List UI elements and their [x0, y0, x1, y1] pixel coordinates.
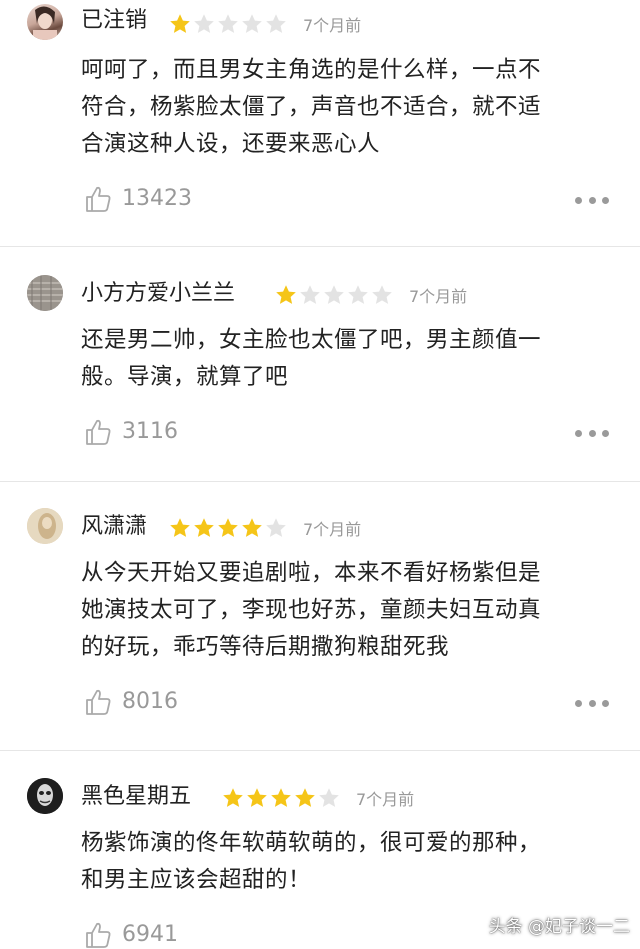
divider [0, 750, 640, 751]
star-filled-icon [170, 14, 190, 33]
star-filled-icon [170, 518, 190, 537]
comment-line: 杨紫饰演的佟年软萌软萌的，很可爱的那种， [81, 830, 542, 856]
avatar[interactable] [27, 275, 63, 311]
timestamp: 7个月前 [303, 16, 362, 35]
divider [0, 246, 640, 247]
star-empty-icon [266, 14, 286, 33]
timestamp: 7个月前 [303, 520, 362, 539]
star-filled-icon [295, 788, 315, 807]
comment-line: 呵呵了，而且男女主角选的是什么样，一点不 [81, 57, 542, 83]
comment-text: 呵呵了，而且男女主角选的是什么样，一点不 符合，杨紫脸太僵了，声音也不适合，就不… [81, 52, 629, 163]
rating-stars [221, 786, 341, 810]
username[interactable]: 已注销 [81, 7, 147, 35]
comment-line: 还是男二帅，女主脸也太僵了吧，男主颜值一 [81, 327, 542, 353]
comment-text: 从今天开始又要追剧啦，本来不看好杨紫但是 她演技太可了，李现也好苏，童颜夫妇互动… [81, 555, 629, 666]
comment-line: 的好玩，乖巧等待后期撒狗粮甜死我 [81, 634, 450, 660]
thumbs-up-icon[interactable] [84, 688, 112, 716]
comment-line: 符合，杨紫脸太僵了，声音也不适合，就不适 [81, 94, 542, 120]
star-filled-icon [247, 788, 267, 807]
more-options-icon[interactable] [575, 698, 609, 708]
divider [0, 481, 640, 482]
like-count: 3116 [122, 419, 178, 444]
comment-line: 她演技太可了，李现也好苏，童颜夫妇互动真 [81, 597, 542, 623]
like-count: 13423 [122, 186, 192, 211]
star-filled-icon [271, 788, 291, 807]
like-count: 8016 [122, 689, 178, 714]
star-empty-icon [324, 285, 344, 304]
like-count: 6941 [122, 922, 178, 947]
star-filled-icon [194, 518, 214, 537]
username[interactable]: 黑色星期五 [81, 783, 191, 811]
thumbs-up-icon[interactable] [84, 418, 112, 446]
star-empty-icon [194, 14, 214, 33]
timestamp: 7个月前 [409, 287, 468, 306]
avatar[interactable] [27, 4, 63, 40]
star-empty-icon [218, 14, 238, 33]
username[interactable]: 小方方爱小兰兰 [81, 280, 235, 308]
comment-text: 还是男二帅，女主脸也太僵了吧，男主颜值一 般。导演，就算了吧 [81, 322, 629, 396]
star-empty-icon [348, 285, 368, 304]
star-filled-icon [223, 788, 243, 807]
star-empty-icon [242, 14, 262, 33]
star-empty-icon [372, 285, 392, 304]
watermark: 头条 @妃子谈一二 [488, 917, 630, 937]
comment-line: 般。导演，就算了吧 [81, 364, 289, 390]
comment-line: 从今天开始又要追剧啦，本来不看好杨紫但是 [81, 560, 542, 586]
comment-line: 合演这种人设，还要来恶心人 [81, 131, 381, 157]
username[interactable]: 风潇潇 [81, 513, 147, 541]
more-options-icon[interactable] [575, 428, 609, 438]
star-empty-icon [300, 285, 320, 304]
avatar[interactable] [27, 508, 63, 544]
star-filled-icon [218, 518, 238, 537]
rating-stars [168, 516, 288, 540]
thumbs-up-icon[interactable] [84, 185, 112, 213]
more-options-icon[interactable] [575, 195, 609, 205]
rating-stars [274, 283, 394, 307]
star-empty-icon [319, 788, 339, 807]
star-filled-icon [276, 285, 296, 304]
star-filled-icon [242, 518, 262, 537]
avatar[interactable] [27, 778, 63, 814]
thumbs-up-icon[interactable] [84, 921, 112, 949]
comment-text: 杨紫饰演的佟年软萌软萌的，很可爱的那种， 和男主应该会超甜的！ [81, 825, 629, 899]
rating-stars [168, 12, 288, 36]
star-empty-icon [266, 518, 286, 537]
comment-line: 和男主应该会超甜的！ [81, 867, 312, 893]
timestamp: 7个月前 [356, 790, 415, 809]
